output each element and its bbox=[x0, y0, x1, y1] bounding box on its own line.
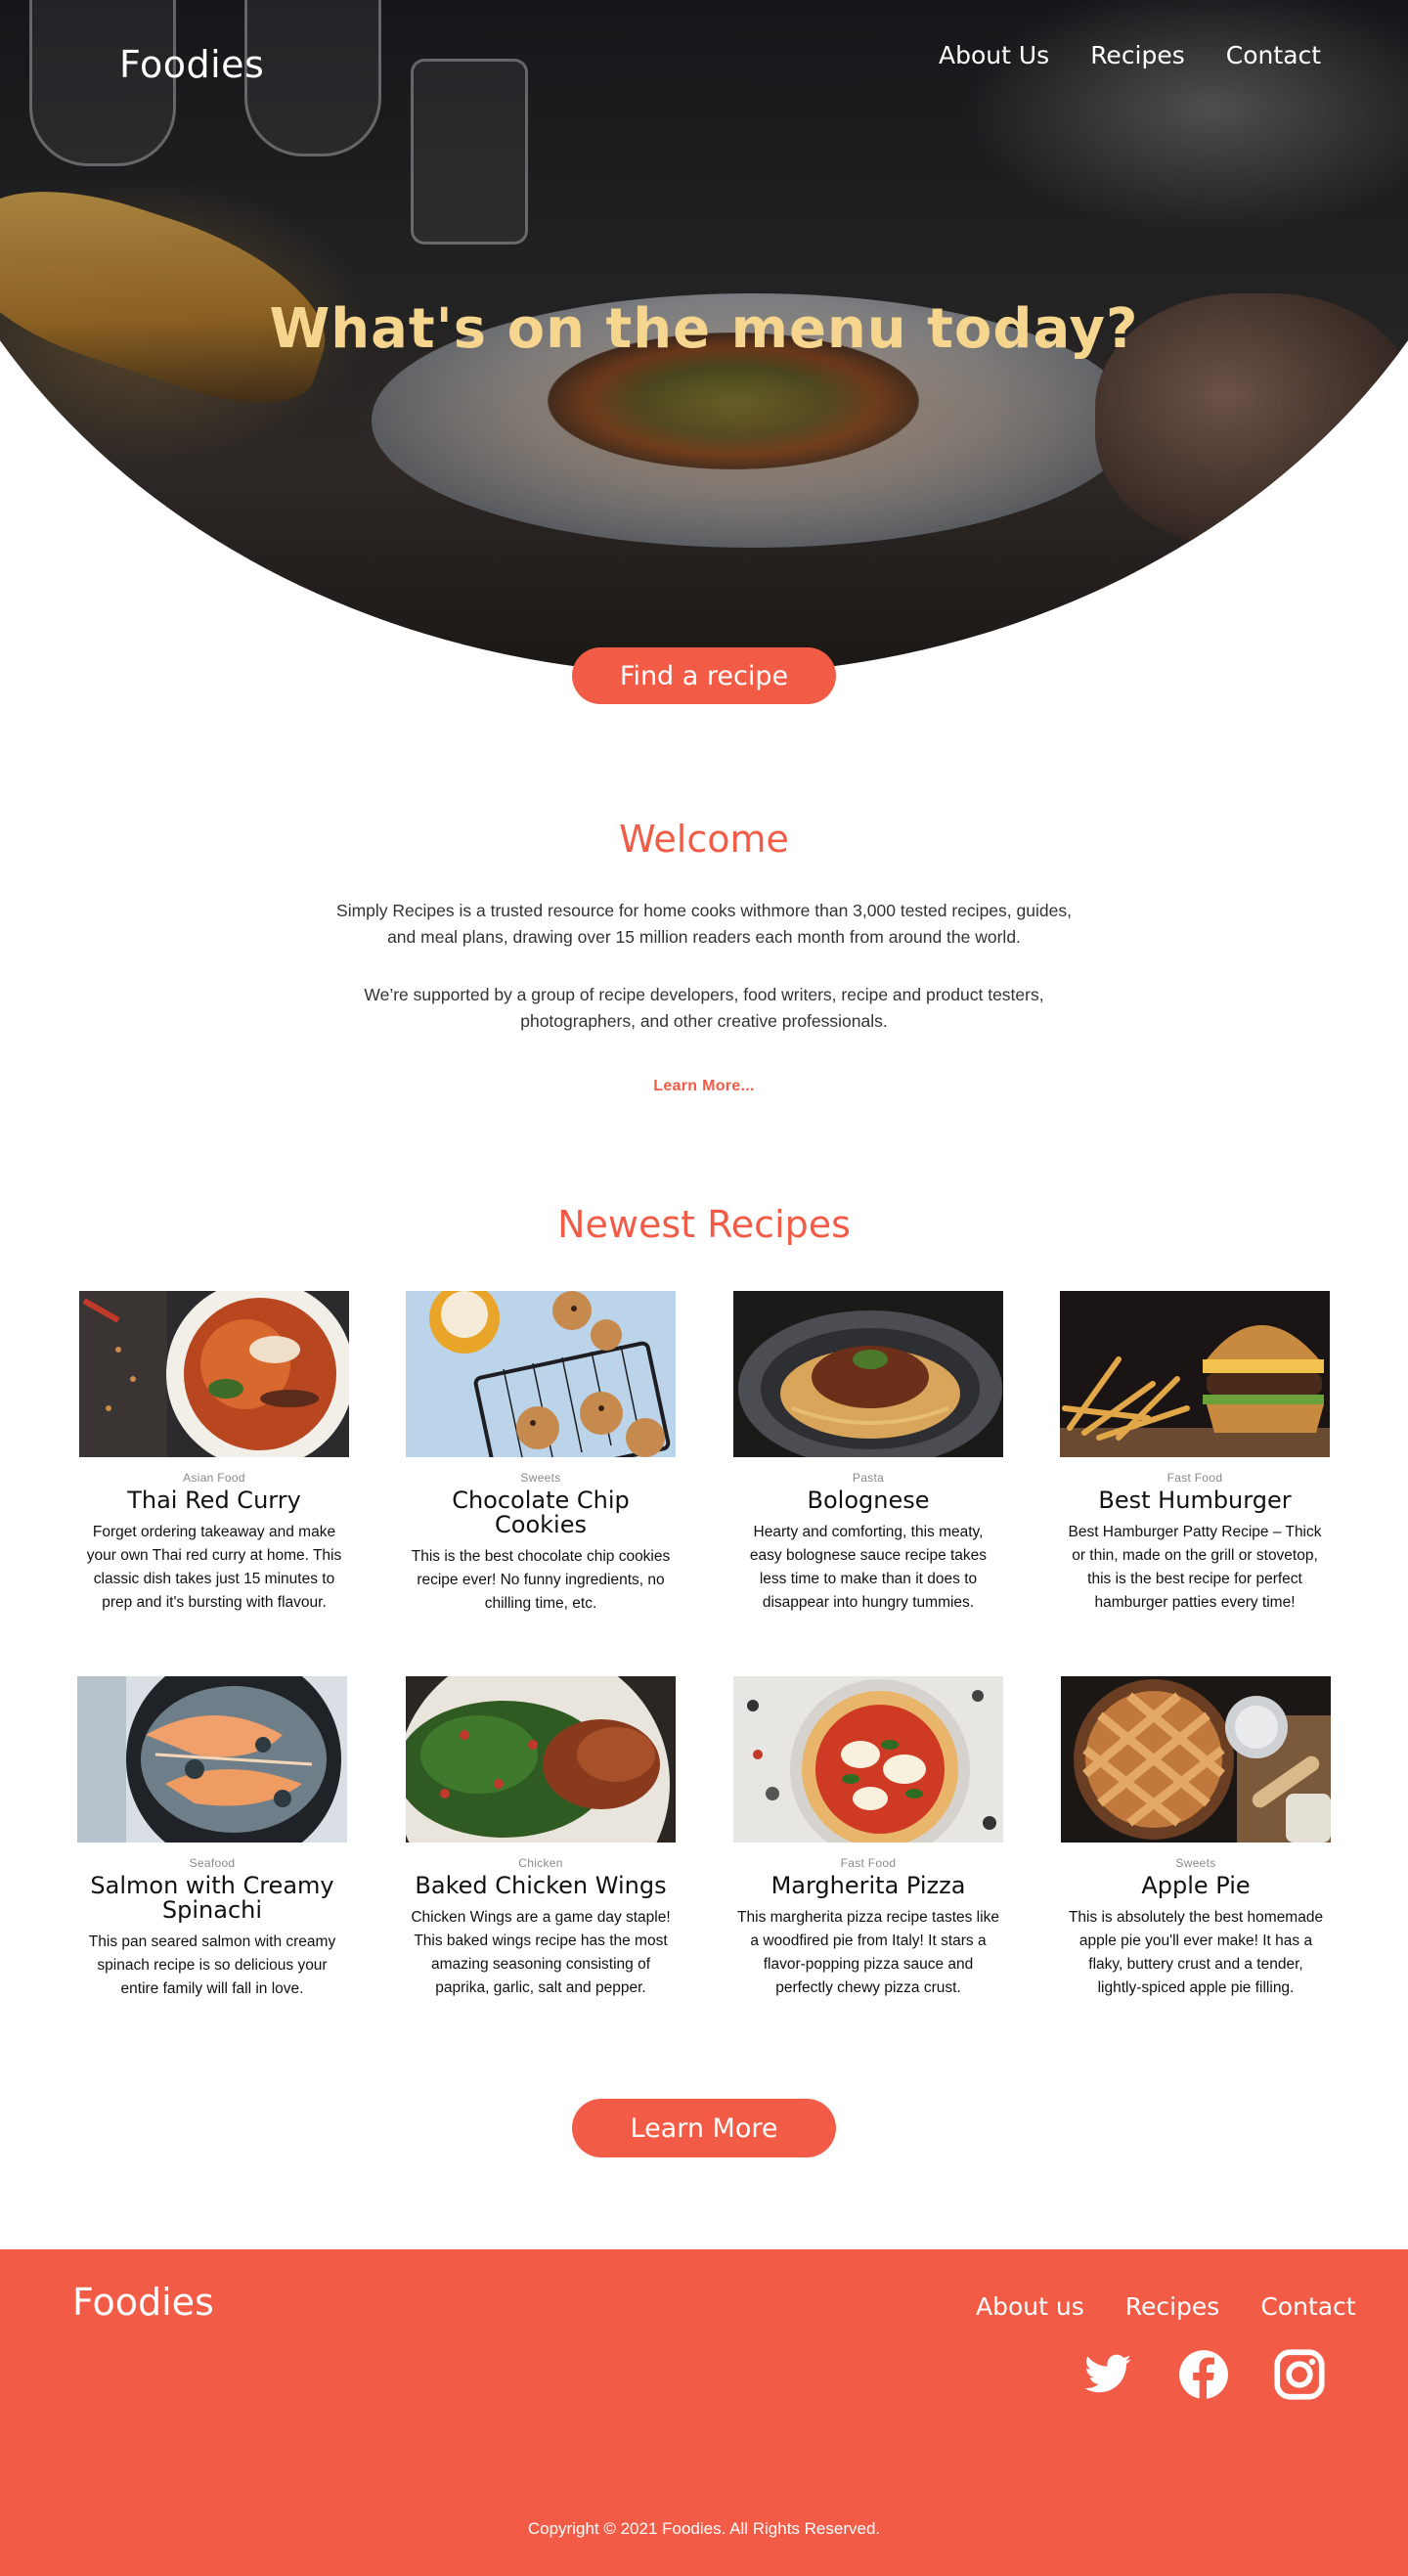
nav-links: About Us Recipes Contact bbox=[939, 41, 1321, 69]
recipe-description: Forget ordering takeaway and make your o… bbox=[86, 1524, 342, 1611]
footer-links: About us Recipes Contact bbox=[976, 2292, 1356, 2321]
nav-recipes[interactable]: Recipes bbox=[1090, 41, 1185, 69]
recipe-image-thai-red-curry[interactable] bbox=[79, 1291, 349, 1457]
welcome-title: Welcome bbox=[619, 818, 789, 861]
learn-more-link[interactable]: Learn More... bbox=[653, 1078, 754, 1095]
twitter-icon[interactable] bbox=[1082, 2349, 1133, 2400]
footer-contact[interactable]: Contact bbox=[1260, 2292, 1355, 2321]
recipe-description: This margherita pizza recipe tastes like… bbox=[737, 1909, 999, 1996]
recipe-image-margherita-pizza[interactable] bbox=[733, 1676, 1003, 1843]
recipe-card[interactable]: Fast Food Best Humburger Best Hamburger … bbox=[1060, 1291, 1330, 1615]
recipe-image-best-humburger[interactable] bbox=[1060, 1291, 1330, 1457]
recipe-card[interactable]: Asian Food Thai Red Curry Forget orderin… bbox=[79, 1291, 349, 1615]
newest-recipes-section: Newest Recipes Asian Food Thai Red Curry… bbox=[0, 1095, 1408, 2157]
recipes-title: Newest Recipes bbox=[557, 1203, 851, 1246]
recipe-title[interactable]: Thai Red Curry bbox=[79, 1488, 349, 1513]
footer-logo[interactable]: Foodies bbox=[72, 2281, 214, 2324]
recipe-image-bolognese[interactable] bbox=[733, 1291, 1003, 1457]
recipe-image-salmon[interactable] bbox=[77, 1676, 347, 1843]
recipe-title[interactable]: Baked Chicken Wings bbox=[406, 1874, 676, 1898]
recipe-category: Sweets bbox=[520, 1471, 561, 1485]
social-links bbox=[1082, 2349, 1325, 2400]
recipe-image-chocolate-chip-cookies[interactable] bbox=[406, 1291, 676, 1457]
welcome-paragraph-2: We’re supported by a group of recipe dev… bbox=[364, 985, 1044, 1031]
recipe-description: Best Hamburger Patty Recipe – Thick or t… bbox=[1068, 1524, 1322, 1611]
recipe-title[interactable]: Margherita Pizza bbox=[733, 1874, 1003, 1898]
recipe-category: Fast Food bbox=[1166, 1471, 1223, 1485]
recipe-category: Seafood bbox=[189, 1856, 236, 1870]
hero-title: What's on the menu today? bbox=[269, 297, 1139, 361]
recipe-category: Sweets bbox=[1175, 1856, 1216, 1870]
recipe-description: This pan seared salmon with creamy spina… bbox=[88, 1933, 336, 1997]
welcome-section: Welcome Simply Recipes is a trusted reso… bbox=[0, 704, 1408, 1095]
recipe-card[interactable]: Seafood Salmon with Creamy Spinachi This… bbox=[77, 1676, 347, 2001]
logo[interactable]: Foodies bbox=[119, 43, 264, 86]
recipe-grid: Asian Food Thai Red Curry Forget orderin… bbox=[0, 1291, 1408, 2099]
nav-contact[interactable]: Contact bbox=[1226, 41, 1321, 69]
recipe-category: Chicken bbox=[518, 1856, 563, 1870]
footer: Foodies About us Recipes Contact Copyrig… bbox=[0, 2249, 1408, 2576]
recipe-description: This is absolutely the best homemade app… bbox=[1068, 1909, 1324, 1996]
recipe-title[interactable]: Salmon with Creamy Spinachi bbox=[77, 1874, 347, 1923]
recipe-title[interactable]: Best Humburger bbox=[1060, 1488, 1330, 1513]
footer-recipes[interactable]: Recipes bbox=[1125, 2292, 1220, 2321]
copyright-text: Copyright © 2021 Foodies. All Rights Res… bbox=[527, 2519, 881, 2538]
find-recipe-button[interactable]: Find a recipe bbox=[572, 647, 836, 704]
recipe-card[interactable]: Sweets Apple Pie This is absolutely the … bbox=[1061, 1676, 1331, 2000]
footer-about-us[interactable]: About us bbox=[976, 2292, 1084, 2321]
recipe-image-apple-pie[interactable] bbox=[1061, 1676, 1331, 1843]
welcome-paragraph-1: Simply Recipes is a trusted resource for… bbox=[336, 901, 1072, 947]
instagram-icon[interactable] bbox=[1274, 2349, 1325, 2400]
recipe-title[interactable]: Chocolate Chip Cookies bbox=[406, 1488, 676, 1537]
recipe-category: Fast Food bbox=[840, 1856, 897, 1870]
nav-about-us[interactable]: About Us bbox=[939, 41, 1049, 69]
recipe-description: This is the best chocolate chip cookies … bbox=[411, 1548, 671, 1612]
recipe-category: Asian Food bbox=[183, 1471, 245, 1485]
recipe-title[interactable]: Bolognese bbox=[733, 1488, 1003, 1513]
learn-more-button[interactable]: Learn More bbox=[572, 2099, 836, 2157]
facebook-icon[interactable] bbox=[1178, 2349, 1229, 2400]
recipe-card[interactable]: Chicken Baked Chicken Wings Chicken Wing… bbox=[406, 1676, 676, 2000]
hero-section: Foodies About Us Recipes Contact What's … bbox=[0, 0, 1408, 704]
recipe-description: Hearty and comforting, this meaty, easy … bbox=[749, 1524, 988, 1611]
top-nav: Foodies About Us Recipes Contact bbox=[0, 0, 1408, 117]
recipe-title[interactable]: Apple Pie bbox=[1061, 1874, 1331, 1898]
recipe-description: Chicken Wings are a game day staple! Thi… bbox=[411, 1909, 671, 1996]
recipe-card[interactable]: Fast Food Margherita Pizza This margheri… bbox=[733, 1676, 1003, 2000]
recipe-image-chicken-wings[interactable] bbox=[406, 1676, 676, 1843]
recipe-card[interactable]: Pasta Bolognese Hearty and comforting, t… bbox=[733, 1291, 1003, 1615]
recipe-category: Pasta bbox=[852, 1471, 885, 1485]
recipe-card[interactable]: Sweets Chocolate Chip Cookies This is th… bbox=[406, 1291, 676, 1616]
